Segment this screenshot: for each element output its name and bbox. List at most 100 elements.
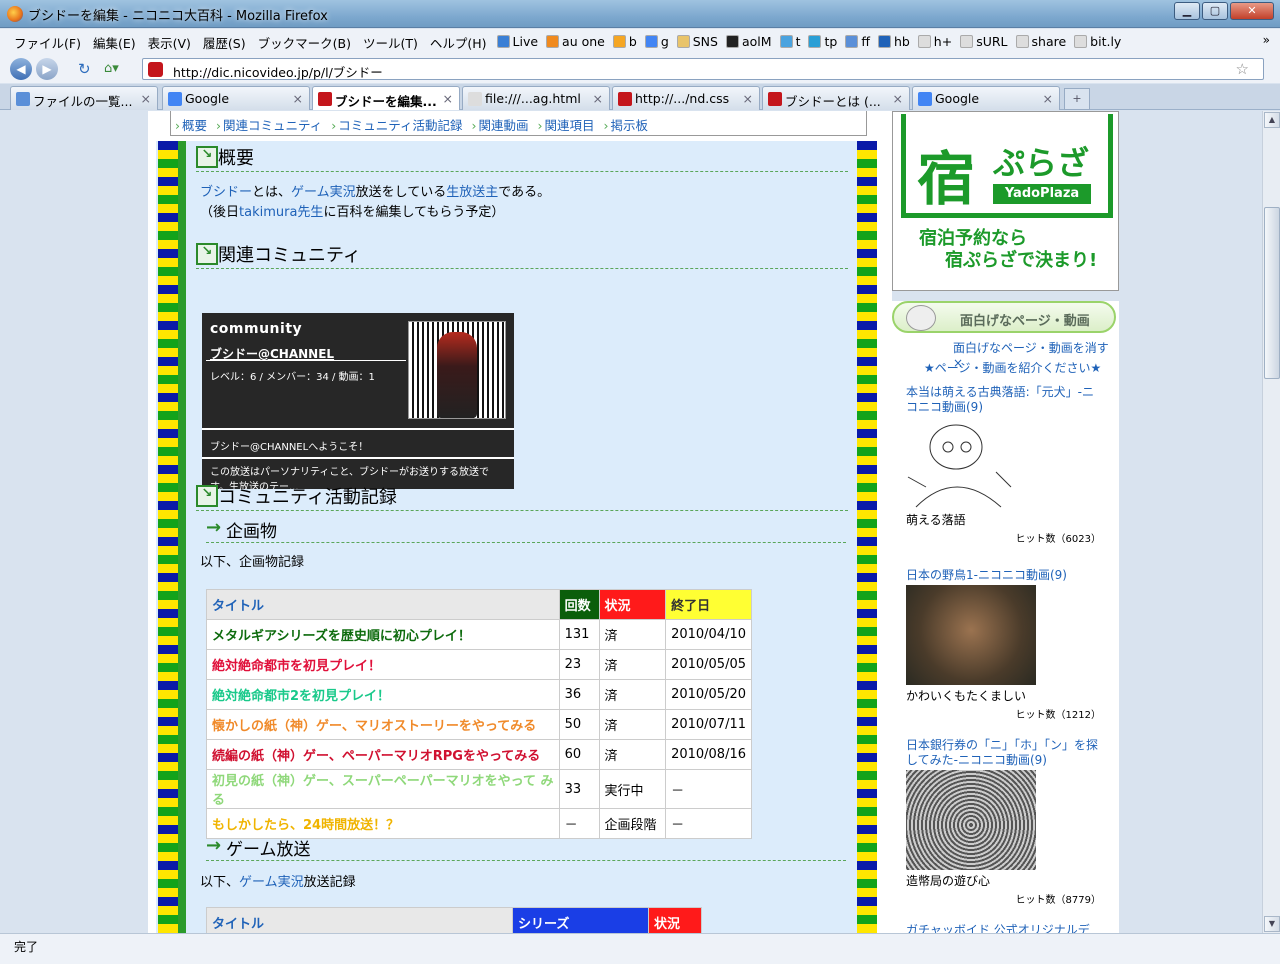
bookmark-item[interactable]: b bbox=[609, 34, 641, 49]
bookmark-item[interactable]: tp bbox=[804, 34, 841, 49]
tab-favicon-icon bbox=[16, 92, 30, 106]
list-item: 日本の野鳥1-ニコニコ動画(9) かわいくもたくましい ヒット数（1212） bbox=[906, 568, 1101, 721]
decorative-stripe bbox=[158, 141, 178, 933]
forward-button[interactable]: ▶ bbox=[36, 58, 58, 80]
tab-close-icon[interactable]: × bbox=[893, 91, 903, 106]
toc-link-community[interactable]: 関連コミュニティ bbox=[216, 118, 322, 133]
new-tab-button[interactable]: + bbox=[1064, 88, 1090, 110]
bookmark-item[interactable]: sURL bbox=[956, 34, 1011, 49]
cell-count: 36 bbox=[558, 679, 600, 710]
minimize-button[interactable]: ▁ bbox=[1174, 2, 1200, 20]
vertical-scrollbar[interactable]: ▲ ▼ bbox=[1262, 111, 1280, 933]
maximize-button[interactable]: ▢ bbox=[1202, 2, 1228, 20]
heading-overview: 概要 bbox=[196, 144, 848, 172]
bookmark-item[interactable]: h+ bbox=[914, 34, 956, 49]
item-title-link[interactable]: 日本銀行券の「ニ」「ホ」「ン」を探してみた-ニコニコ動画(9) bbox=[906, 738, 1101, 768]
cell-count: 50 bbox=[558, 709, 600, 740]
item-thumbnail[interactable] bbox=[906, 585, 1036, 685]
tab-close-icon[interactable]: × bbox=[593, 91, 603, 106]
toc-link-videos[interactable]: 関連動画 bbox=[472, 118, 529, 133]
toc-link-overview[interactable]: 概要 bbox=[175, 118, 207, 133]
tab-close-icon[interactable]: × bbox=[443, 91, 453, 106]
status-text: 完了 bbox=[14, 940, 39, 954]
url-text[interactable]: http://dic.nicovideo.jp/p/l/ブシドー bbox=[173, 62, 383, 81]
scroll-thumb[interactable] bbox=[1264, 207, 1280, 379]
table-row: 絶対絶命都市2を初見プレイ！ 36 済 2010/05/20 bbox=[206, 679, 752, 710]
cell-status: 企画段階 bbox=[598, 808, 667, 839]
col-status: 状況 bbox=[648, 907, 702, 933]
tab-1[interactable]: Google × bbox=[162, 86, 310, 110]
tab-close-icon[interactable]: × bbox=[743, 91, 753, 106]
cell-end: － bbox=[665, 808, 752, 839]
community-card[interactable]: community ブシドー@CHANNEL レベル：6 / メンバー：34 /… bbox=[202, 313, 514, 489]
bookmark-item[interactable]: share bbox=[1012, 34, 1071, 49]
overview-text: ブシドーとは、ゲーム実況放送をしている生放送主である。 （後日takimura先… bbox=[200, 185, 551, 220]
cell-end: － bbox=[665, 769, 752, 809]
tab-close-icon[interactable]: × bbox=[293, 91, 303, 106]
col-title: タイトル bbox=[206, 907, 513, 933]
suggest-page-link[interactable]: ★ページ・動画を紹介ください★ bbox=[924, 359, 1101, 376]
item-title-link[interactable]: 日本の野鳥1-ニコニコ動画(9) bbox=[906, 568, 1101, 583]
cell-title: メタルギアシリーズを歴史順に初心プレイ！ bbox=[206, 619, 560, 650]
heading-kikaku: 企画物 bbox=[206, 517, 846, 543]
toc-link-activity[interactable]: コミュニティ活動記録 bbox=[331, 118, 462, 133]
tab-2[interactable]: ブシドーを編集... × bbox=[312, 86, 460, 110]
tab-0[interactable]: ファイルの一覧... × bbox=[10, 86, 158, 110]
game-table: タイトル シリーズ 状況 bbox=[206, 907, 702, 933]
tab-close-icon[interactable]: × bbox=[141, 91, 151, 106]
item-title-link[interactable]: ガチャッボイド 公式オリジナルデモ bbox=[906, 923, 1101, 933]
yadoplaza-ad-banner[interactable]: 宿 ぷらざ YadoPlaza 宿泊予約なら 宿ぷらざで決まり! bbox=[892, 111, 1119, 291]
tab-4[interactable]: http://.../nd.css × bbox=[612, 86, 760, 110]
cell-title: 続編の紙（神）ゲー、ペーパーマリオRPGをやってみる bbox=[206, 739, 560, 770]
menu-help[interactable]: ヘルプ(H) bbox=[424, 33, 493, 52]
reload-icon[interactable]: ↻ bbox=[78, 60, 91, 78]
cell-end: 2010/07/11 bbox=[665, 709, 752, 740]
bookmark-item[interactable]: bit.ly bbox=[1070, 34, 1125, 49]
bookmark-item[interactable]: g bbox=[641, 34, 673, 49]
item-title-link[interactable]: 本当は萌える古典落語:「元犬」-ニコニコ動画(9) bbox=[906, 385, 1101, 415]
bookmark-item[interactable]: t bbox=[776, 34, 805, 49]
bookmark-item[interactable]: Live bbox=[493, 34, 543, 49]
table-row: もしかしたら、24時間放送！？－企画段階－ bbox=[206, 808, 752, 839]
bookmark-favicon-icon bbox=[725, 34, 739, 48]
bookmark-star-icon[interactable]: ☆ bbox=[1236, 60, 1249, 78]
toc-link-items[interactable]: 関連項目 bbox=[538, 118, 595, 133]
bookmark-item[interactable]: ff bbox=[841, 34, 874, 49]
table-row: メタルギアシリーズを歴史順に初心プレイ！ 131 済 2010/04/10 bbox=[206, 619, 752, 650]
cell-status: 済 bbox=[598, 709, 667, 740]
item-hits: ヒット数（1212） bbox=[1015, 710, 1101, 721]
tab-5[interactable]: ブシドーとは (... × bbox=[762, 86, 910, 110]
menu-tools[interactable]: ツール(T) bbox=[357, 33, 424, 52]
menu-edit[interactable]: 編集(E) bbox=[87, 33, 142, 52]
tab-favicon-icon bbox=[918, 92, 932, 106]
heading-game: ゲーム放送 bbox=[206, 835, 846, 861]
table-row: 絶対絶命都市を初見プレイ！ 23 済 2010/05/05 bbox=[206, 649, 752, 680]
bookmarks-overflow-button[interactable]: » bbox=[1263, 33, 1270, 47]
item-thumbnail[interactable] bbox=[906, 417, 1036, 509]
bookmark-item[interactable]: au one bbox=[542, 34, 609, 49]
scroll-down-icon[interactable]: ▼ bbox=[1264, 916, 1280, 932]
menu-view[interactable]: 表示(V) bbox=[142, 33, 197, 52]
menu-bookmarks[interactable]: ブックマーク(B) bbox=[252, 33, 357, 52]
back-button[interactable]: ◀ bbox=[10, 58, 32, 80]
community-welcome: ブシドー@CHANNELへようこそ！ bbox=[210, 442, 369, 453]
bookmark-item[interactable]: hb bbox=[874, 34, 914, 49]
url-bar[interactable]: http://dic.nicovideo.jp/p/l/ブシドー ☆ bbox=[142, 58, 1264, 80]
scroll-up-icon[interactable]: ▲ bbox=[1264, 112, 1280, 128]
item-caption: かわいくもたくましい bbox=[906, 689, 1027, 703]
community-thumbnail[interactable] bbox=[408, 321, 506, 419]
cell-title: 絶対絶命都市2を初見プレイ！ bbox=[206, 679, 560, 710]
item-thumbnail[interactable] bbox=[906, 770, 1036, 870]
home-icon[interactable]: ⌂▾ bbox=[104, 61, 119, 76]
close-window-button[interactable]: ✕ bbox=[1230, 2, 1274, 20]
tab-3[interactable]: file:///...ag.html × bbox=[462, 86, 610, 110]
tab-favicon-icon bbox=[168, 92, 182, 106]
tab-6[interactable]: Google × bbox=[912, 86, 1060, 110]
window-titlebar: ブシドーを編集 - ニコニコ大百科 - Mozilla Firefox ▁ ▢ … bbox=[0, 0, 1280, 28]
bookmark-item[interactable]: SNS bbox=[673, 34, 722, 49]
tab-close-icon[interactable]: × bbox=[1043, 91, 1053, 106]
bookmark-item[interactable]: aolM bbox=[722, 34, 776, 49]
menu-file[interactable]: ファイル(F) bbox=[8, 33, 87, 52]
toc-link-bbs[interactable]: 掲示板 bbox=[604, 118, 649, 133]
menu-history[interactable]: 履歴(S) bbox=[197, 33, 252, 52]
